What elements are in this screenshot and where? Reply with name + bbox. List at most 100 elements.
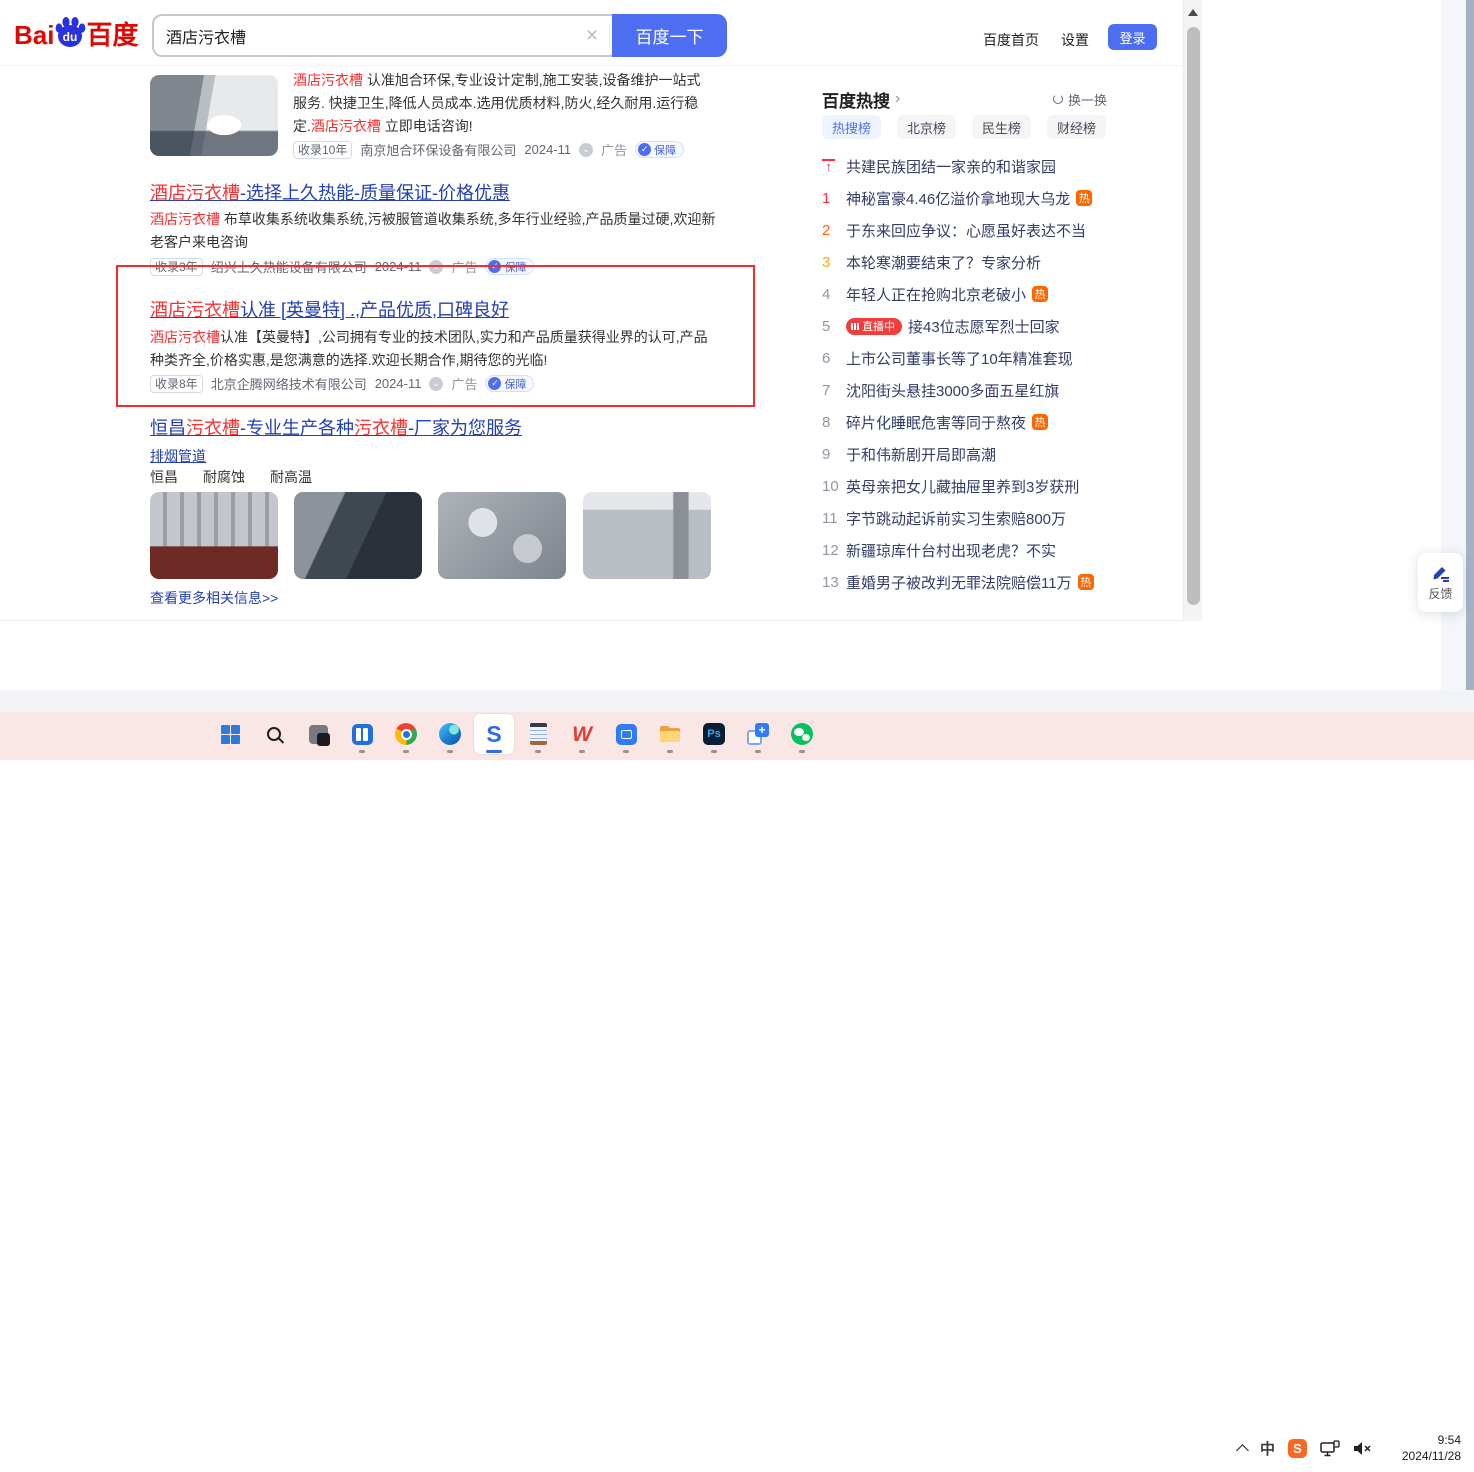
hot-item-9[interactable]: 9于和伟新剧开局即高潮 — [822, 438, 1107, 470]
hot-item-text: 字节跳动起诉前实习生索赔800万 — [846, 508, 1066, 529]
hot-item-3[interactable]: 3本轮寒潮要结束了？专家分析 — [822, 246, 1107, 278]
taskbar-wps[interactable]: W — [562, 714, 602, 754]
running-indicator — [447, 750, 453, 753]
see-more-link[interactable]: 查看更多相关信息>> — [150, 588, 278, 608]
result2-title-link[interactable]: 酒店污衣槽-选择上久热能-质量保证-价格优惠 — [150, 183, 510, 204]
taskbar-chrome[interactable] — [386, 714, 426, 754]
hot-item-10[interactable]: 10英母亲把女儿藏抽屉里养到3岁获刑 — [822, 470, 1107, 502]
hot-item-8[interactable]: 8碎片化睡眠危害等同于熬夜热 — [822, 406, 1107, 438]
start-button[interactable] — [210, 714, 250, 754]
hot-item-0[interactable]: ↑共建民族团结一家亲的和谐家园 — [822, 150, 1107, 182]
taskbar-snip-app[interactable] — [298, 714, 338, 754]
result1-thumbnail[interactable] — [150, 75, 278, 156]
hot-item-12[interactable]: 12新疆琼库什台村出现老虎？不实 — [822, 534, 1107, 566]
result2-meta: 收录3年 绍兴上久热能设备有限公司 2024-11 ⌄ 广告 ✓ 保障 — [150, 257, 534, 276]
highlighted-keyword: 酒店污衣槽 — [150, 329, 220, 345]
scroll-up-arrow-icon[interactable] — [1188, 9, 1198, 16]
wechat-icon — [791, 723, 813, 745]
clear-search-icon[interactable]: × — [575, 25, 609, 46]
search-button[interactable]: 百度一下 — [612, 14, 727, 57]
running-indicator — [755, 750, 761, 753]
result4-tag-0[interactable]: 恒昌 — [150, 467, 178, 487]
feedback-button[interactable]: 反馈 — [1418, 553, 1463, 612]
ad-label: 广告 — [451, 257, 477, 276]
rank-number: 10 — [822, 478, 846, 495]
running-indicator — [799, 750, 805, 753]
scrollbar-thumb[interactable] — [1187, 27, 1200, 605]
taskbar-new-window-app[interactable]: + — [738, 714, 778, 754]
tray-chevron-up-icon[interactable] — [1236, 1444, 1249, 1457]
hot-tab-0[interactable]: 热搜榜 — [822, 115, 881, 139]
result4-image-1[interactable] — [150, 492, 278, 579]
refresh-button[interactable]: 换一换 — [1053, 90, 1107, 109]
baidu-logo[interactable]: Bai du 百度 — [14, 14, 138, 50]
taskbar-wechat[interactable] — [782, 714, 822, 754]
hot-item-11[interactable]: 11字节跳动起诉前实习生索赔800万 — [822, 502, 1107, 534]
taskbar-pc-manager[interactable] — [606, 714, 646, 754]
svg-text:du: du — [63, 30, 78, 44]
hot-item-1[interactable]: 1神秘富豪4.46亿溢价拿地现大乌龙热 — [822, 182, 1107, 214]
hot-item-4[interactable]: 4年轻人正在抢购北京老破小热 — [822, 278, 1107, 310]
taskbar-widgets-app[interactable] — [342, 714, 382, 754]
hot-item-text: 沈阳街头悬挂3000多面五星红旗 — [846, 380, 1059, 401]
taskbar-file-explorer[interactable] — [650, 714, 690, 754]
rank-number: 9 — [822, 446, 846, 463]
hot-item-7[interactable]: 7沈阳街头悬挂3000多面五星红旗 — [822, 374, 1107, 406]
rank-number: 5 — [822, 318, 846, 335]
result4-image-2[interactable] — [294, 492, 422, 579]
result4-image-3[interactable] — [438, 492, 566, 579]
hot-item-text: 神秘富豪4.46亿溢价拿地现大乌龙 — [846, 188, 1070, 209]
check-icon: ✓ — [638, 143, 651, 156]
guarantee-badge[interactable]: ✓ 保障 — [485, 375, 534, 392]
result4-title-link[interactable]: 恒昌污衣槽-专业生产各种污衣槽-厂家为您服务 — [150, 418, 522, 439]
check-icon: ✓ — [488, 260, 501, 273]
side-window-scrollbar[interactable] — [1466, 0, 1474, 712]
search-input[interactable] — [154, 27, 575, 45]
hot-item-13[interactable]: 13重婚男子被改判无罪法院赔偿11万热 — [822, 566, 1107, 598]
sogou-tray-icon[interactable]: S — [1288, 1439, 1307, 1458]
result3-title-link[interactable]: 酒店污衣槽认准 [英曼特] .,产品优质,口碑良好 — [150, 300, 509, 321]
result-source[interactable]: 南京旭合环保设备有限公司 — [360, 140, 516, 159]
taskbar-search-button[interactable] — [254, 714, 294, 754]
hot-tab-3[interactable]: 财经榜 — [1047, 115, 1106, 139]
hot-tab-1[interactable]: 北京榜 — [897, 115, 956, 139]
hot-item-text: 英母亲把女儿藏抽屉里养到3岁获刑 — [846, 476, 1079, 497]
taskbar-sogou-browser-active[interactable]: S — [474, 714, 514, 754]
settings-link[interactable]: 设置 — [1061, 30, 1089, 50]
login-button[interactable]: 登录 — [1108, 24, 1157, 50]
baidu-home-link[interactable]: 百度首页 — [983, 30, 1039, 50]
highlighted-keyword: 酒店污衣槽 — [293, 72, 363, 88]
result4-image-4[interactable] — [583, 492, 711, 579]
guarantee-badge[interactable]: ✓ 保障 — [635, 141, 684, 158]
result-source[interactable]: 绍兴上久热能设备有限公司 — [211, 257, 367, 276]
taskbar-notes-app[interactable] — [518, 714, 558, 754]
result4-tag-1[interactable]: 耐腐蚀 — [203, 467, 245, 487]
hot-tab-2[interactable]: 民生榜 — [972, 115, 1031, 139]
taskbar-photoshop[interactable]: Ps — [694, 714, 734, 754]
result1-description: 酒店污衣槽 认准旭合环保,专业设计定制,施工安装,设备维护一站式服务. 快捷卫生… — [293, 69, 713, 138]
search-divider — [609, 24, 610, 48]
plain-text: -选择上久热能-质量保证-价格优惠 — [240, 183, 510, 203]
taskbar-clock[interactable]: 9:54 2024/11/28 — [1385, 1432, 1461, 1464]
hot-item-5[interactable]: 5直播中接43位志愿军烈士回家 — [822, 310, 1107, 342]
result-date: 2024-11 — [375, 376, 422, 391]
taskbar-edge[interactable] — [430, 714, 470, 754]
result4-sublink[interactable]: 排烟管道 — [150, 446, 206, 466]
hot-item-text: 重婚男子被改判无罪法院赔偿11万 — [846, 572, 1072, 593]
hot-item-2[interactable]: 2于东来回应争议：心愿虽好表达不当 — [822, 214, 1107, 246]
hot-search-title-link[interactable]: 百度热搜 › — [822, 87, 900, 112]
taskbar: S W Ps + — [0, 712, 1474, 760]
snip-tool-icon — [309, 725, 328, 744]
chevron-right-icon: › — [895, 90, 900, 108]
ime-indicator[interactable]: 中 — [1260, 1438, 1275, 1459]
result4-tags: 恒昌 耐腐蚀 耐高温 — [150, 467, 312, 487]
result4-tag-2[interactable]: 耐高温 — [270, 467, 312, 487]
guarantee-badge[interactable]: ✓ 保障 — [485, 258, 534, 275]
umbrella-icon: ⌄ — [429, 377, 443, 391]
hot-item-6[interactable]: 6上市公司董事长等了10年精准套现 — [822, 342, 1107, 374]
browser-window: Bai du 百度 × 百度一下 百度首页 设置 登录 酒店污衣槽 认准旭合环保… — [0, 0, 1202, 621]
volume-muted-icon[interactable] — [1353, 1441, 1372, 1456]
network-display-icon[interactable] — [1320, 1440, 1340, 1457]
result-source[interactable]: 北京企腾网络技术有限公司 — [211, 374, 367, 393]
browser-scrollbar[interactable] — [1183, 0, 1202, 621]
